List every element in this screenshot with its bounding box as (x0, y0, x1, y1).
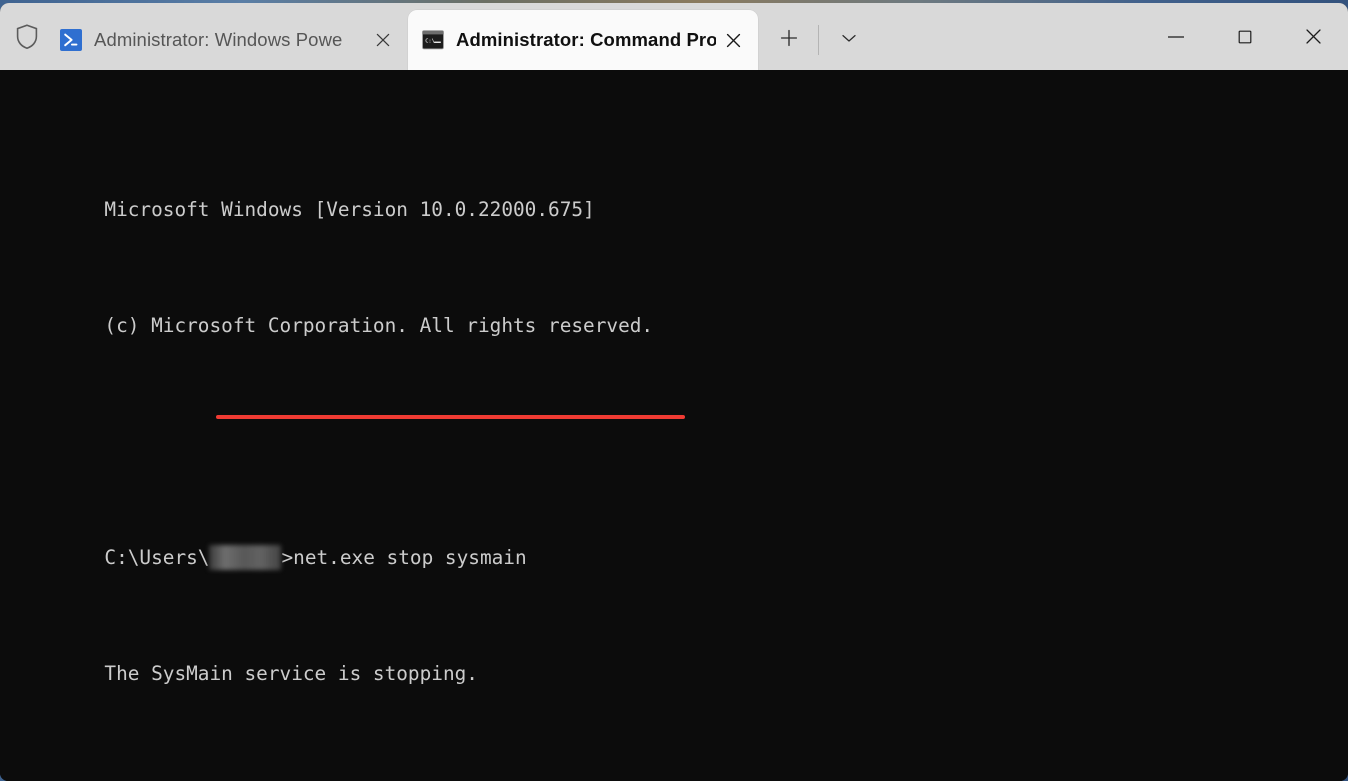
tab-label: Administrator: Command Pro (456, 29, 716, 50)
new-tab-button[interactable] (766, 17, 812, 63)
terminal-line: Microsoft Windows [Version 10.0.22000.67… (11, 166, 1348, 221)
terminal-window: Administrator: Windows Powe C:\ Administ… (0, 3, 1348, 781)
banner-version-text: Microsoft Windows [Version 10.0.22000.67… (104, 198, 595, 221)
terminal-prompt-line: C:\Users\ >net.exe stop sysmain (11, 514, 1348, 570)
redacted-username (209, 545, 282, 570)
red-underline-annotation (216, 415, 685, 419)
terminal-body[interactable]: Microsoft Windows [Version 10.0.22000.67… (0, 70, 1348, 781)
close-button[interactable] (1279, 3, 1348, 70)
prompt-path: C:\Users\ (104, 546, 210, 569)
chevron-down-icon (840, 31, 858, 49)
terminal-output: Microsoft Windows [Version 10.0.22000.67… (11, 79, 1348, 781)
shield-icon (14, 23, 40, 50)
tab-label: Administrator: Windows Powe (94, 29, 343, 50)
title-bar[interactable]: Administrator: Windows Powe C:\ Administ… (0, 3, 1348, 70)
command-prompt-icon: C:\ (422, 29, 444, 51)
terminal-line: The SysMain service is stopping. (11, 630, 1348, 685)
window-controls (1141, 3, 1348, 70)
maximize-button[interactable] (1210, 3, 1279, 70)
command-text: >net.exe stop sysmain (281, 546, 527, 569)
toolbar-separator (818, 25, 819, 55)
tab-command-prompt[interactable]: C:\ Administrator: Command Pro (408, 10, 758, 70)
tab-windows-powershell[interactable]: Administrator: Windows Powe (46, 10, 408, 70)
tab-close-button[interactable] (716, 23, 750, 57)
banner-copyright-text: (c) Microsoft Corporation. All rights re… (104, 314, 654, 337)
minimize-button[interactable] (1141, 3, 1210, 70)
tab-dropdown-button[interactable] (825, 17, 873, 63)
svg-text:C:\: C:\ (425, 39, 435, 45)
service-stopping-text: The SysMain service is stopping. (104, 662, 478, 685)
tab-close-button[interactable] (366, 23, 400, 57)
plus-icon (779, 28, 799, 53)
powershell-icon (60, 29, 82, 51)
terminal-line: (c) Microsoft Corporation. All rights re… (11, 282, 1348, 337)
terminal-line: The SysMain service was stopped successf… (11, 746, 1348, 781)
